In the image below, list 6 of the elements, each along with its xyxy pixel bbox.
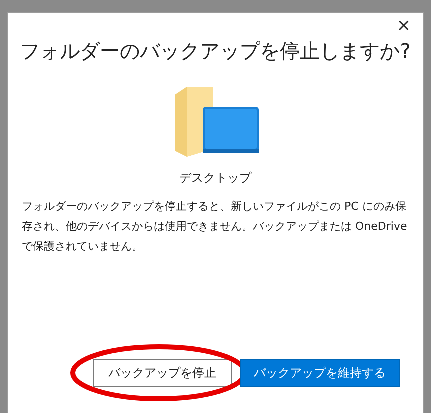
stop-backup-button[interactable]: バックアップを停止: [93, 359, 232, 387]
folder-label: デスクトップ: [180, 170, 252, 187]
close-button[interactable]: ×: [396, 17, 411, 35]
dialog-message: フォルダーのバックアップを停止すると、新しいファイルがこの PC にのみ保存され、他のデバイスからは使用できません。バックアップまたは OneDrive で保護されていません。: [21, 199, 408, 255]
keep-backup-button[interactable]: バックアップを維持する: [240, 359, 400, 387]
dialog-title: フォルダーのバックアップを停止しますか?: [19, 38, 412, 65]
